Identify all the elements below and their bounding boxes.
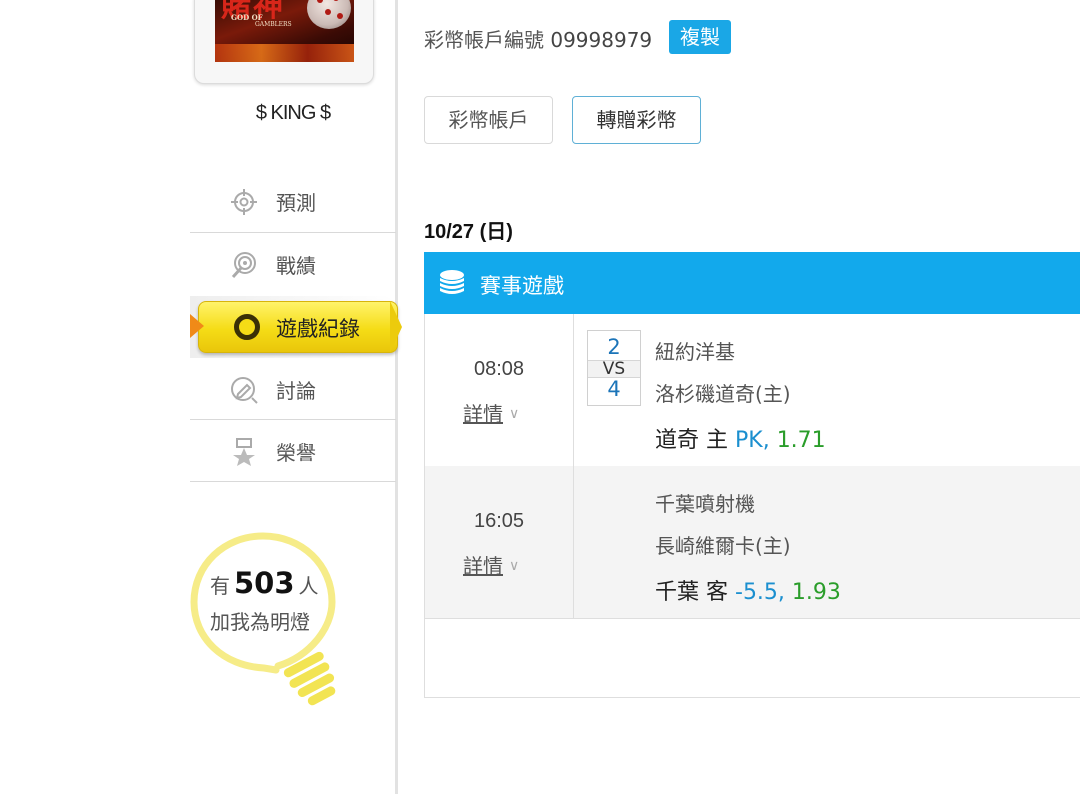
pick-type: PK, [735, 428, 770, 453]
pick-odds: 1.93 [791, 580, 841, 605]
time-cell: 08:08 詳情 ∨ [425, 314, 574, 466]
sidebar-item-record[interactable]: 戰績 [190, 233, 396, 295]
record-icon [231, 252, 256, 279]
pick-odds: 1.71 [776, 428, 826, 453]
wallet-tab-button[interactable]: 彩幣帳戶 [424, 96, 553, 144]
date-label: 10/27 (日) [424, 221, 513, 243]
team-home: 洛杉磯道奇(主) [655, 382, 791, 406]
target-icon [231, 189, 257, 215]
coins-icon [440, 270, 464, 294]
medal-icon [233, 438, 255, 466]
avatar-face [307, 0, 351, 29]
pick-line: 千葉 客 -5.5, 1.93 [655, 574, 841, 606]
pick-team: 千葉 客 [655, 580, 728, 605]
sidebar: 賭神 GOD OF GAMBLERS $ KING $ 預測 戰績 遊戲紀錄 討… [0, 0, 402, 794]
sidebar-item-game-record[interactable]: 遊戲紀錄 [190, 296, 410, 358]
copy-button[interactable]: 複製 [669, 20, 731, 54]
team-away: 千葉噴射機 [655, 492, 755, 516]
avatar[interactable]: 賭神 GOD OF GAMBLERS [215, 0, 354, 62]
pick-team: 道奇 主 [655, 428, 728, 453]
detail-link[interactable]: 詳情 ∨ [463, 550, 519, 579]
sidebar-item-label: 遊戲紀錄 [276, 317, 360, 341]
fans-prefix: 有 [210, 574, 230, 598]
sidebar-item-label: 討論 [276, 379, 316, 403]
sidebar-item-label: 榮譽 [276, 441, 316, 465]
score-away: 2 [607, 335, 621, 359]
game-time: 16:05 [473, 510, 525, 532]
ring-icon [234, 314, 260, 340]
sidebar-item-prediction[interactable]: 預測 [190, 170, 396, 232]
transfer-tab-button[interactable]: 轉贈彩幣 [572, 96, 701, 144]
avatar-card[interactable]: 賭神 GOD OF GAMBLERS [194, 0, 374, 84]
pick-type: -5.5, [735, 580, 785, 605]
score-home: 4 [607, 377, 621, 401]
account-line: 彩幣帳戶編號 09998979 [424, 24, 652, 53]
account-label: 彩幣帳戶編號 [424, 28, 544, 52]
account-number: 09998979 [550, 28, 653, 52]
discussion-icon [231, 377, 258, 404]
game-table: 08:08 詳情 ∨ 2 VS 4 紐約洋基 洛杉磯道奇(主) 道奇 主 PK, … [424, 314, 1080, 698]
fans-count: 503 [234, 566, 295, 600]
section-title: 賽事遊戲 [480, 274, 564, 298]
detail-label: 詳情 [463, 554, 503, 578]
nav-divider [190, 481, 396, 482]
active-arrow-right [390, 301, 402, 353]
detail-link[interactable]: 詳情 ∨ [463, 398, 519, 427]
user-name: $ KING $ [255, 102, 331, 124]
chevron-down-icon: ∨ [509, 558, 520, 574]
time-cell: 16:05 詳情 ∨ [425, 466, 574, 618]
fans-suffix: 人 [298, 574, 319, 598]
avatar-glow [215, 44, 354, 62]
detail-label: 詳情 [463, 402, 503, 426]
sidebar-item-discussion[interactable]: 討論 [190, 358, 396, 420]
vs-label: VS [588, 360, 640, 378]
sidebar-item-honor[interactable]: 榮譽 [190, 420, 396, 482]
fans-caption: 加我為明燈 [210, 610, 310, 634]
table-row: 08:08 詳情 ∨ 2 VS 4 紐約洋基 洛杉磯道奇(主) 道奇 主 PK, … [425, 314, 1080, 467]
score-box: 2 VS 4 [587, 330, 641, 406]
game-time: 08:08 [473, 358, 525, 380]
game-section-header: 賽事遊戲 [424, 252, 1080, 314]
team-home: 長崎維爾卡(主) [655, 534, 791, 558]
active-arrow-left [190, 314, 204, 338]
sidebar-item-label: 預測 [276, 191, 316, 215]
avatar-title-en2: GAMBLERS [255, 21, 292, 28]
sidebar-item-label: 戰績 [276, 254, 316, 278]
fans-count-line: 有 503 人 [210, 566, 319, 600]
pick-line: 道奇 主 PK, 1.71 [655, 422, 826, 454]
table-row: 16:05 詳情 ∨ 千葉噴射機 長崎維爾卡(主) 千葉 客 -5.5, 1.93 [425, 466, 1080, 619]
chevron-down-icon: ∨ [509, 406, 520, 422]
team-away: 紐約洋基 [655, 340, 735, 364]
